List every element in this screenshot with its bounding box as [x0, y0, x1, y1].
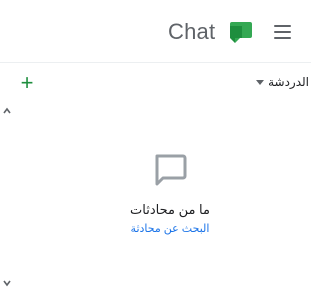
empty-state: ما من محادثات البحث عن محادثة [100, 152, 240, 235]
menu-line [273, 25, 291, 27]
menu-line [273, 37, 291, 39]
google-chat-icon [230, 22, 252, 43]
hamburger-menu-icon[interactable] [270, 20, 294, 44]
scroll-down-arrow-icon[interactable] [3, 279, 11, 287]
plus-icon[interactable]: + [16, 72, 38, 94]
scrollbar[interactable] [0, 103, 14, 293]
empty-state-title: ما من محادثات [130, 202, 210, 217]
chat-section-label: الدردشة [268, 75, 309, 89]
chat-bubble-icon [155, 154, 187, 186]
caret-down-icon [256, 79, 265, 85]
app-title: Chat [168, 19, 216, 44]
chat-section-header: + الدردشة [0, 63, 311, 103]
chat-section-toggle[interactable]: الدردشة [256, 75, 309, 89]
app-header: Chat [0, 0, 311, 63]
menu-line [273, 31, 291, 33]
find-conversation-link[interactable]: البحث عن محادثة [100, 222, 240, 235]
scroll-up-arrow-icon[interactable] [3, 107, 11, 115]
